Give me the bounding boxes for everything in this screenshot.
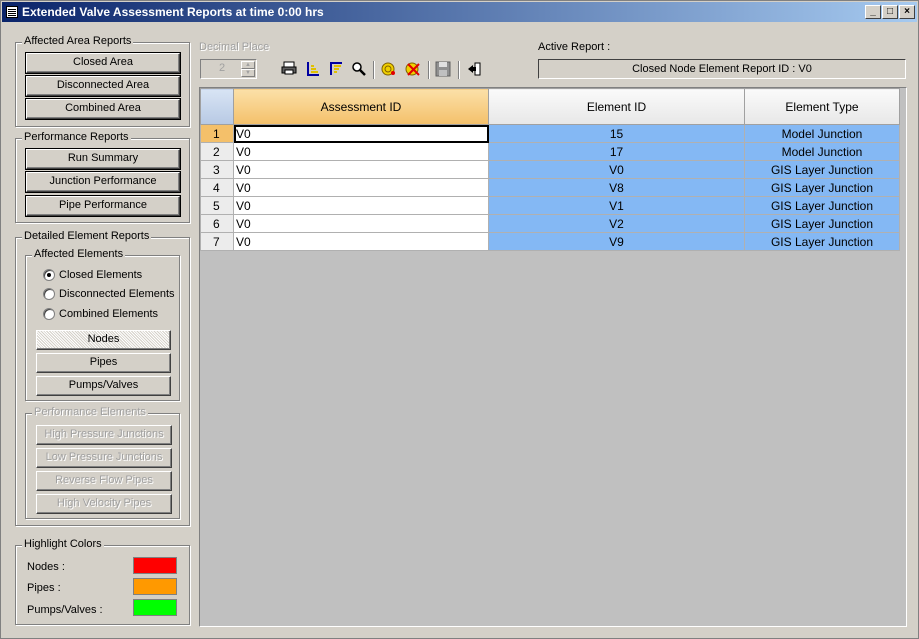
pumps-valves-color-swatch[interactable] xyxy=(133,599,177,616)
element-type-cell[interactable]: Model Junction xyxy=(744,142,900,161)
close-button[interactable]: × xyxy=(899,5,915,19)
high-pressure-junctions-button[interactable]: High Pressure Junctions xyxy=(36,425,172,445)
row-number[interactable]: 5 xyxy=(200,196,234,215)
assessment-id-cell[interactable]: V0 xyxy=(233,160,489,179)
row-number[interactable]: 4 xyxy=(200,178,234,197)
sort-descending-icon[interactable] xyxy=(327,61,345,79)
closed-area-button[interactable]: Closed Area xyxy=(25,52,181,74)
decimal-place-stepper[interactable]: 2 ▲ ▼ xyxy=(200,59,257,79)
save-icon[interactable] xyxy=(434,61,452,79)
column-header-assessment-id[interactable]: Assessment ID xyxy=(233,88,489,125)
pumps-valves-button[interactable]: Pumps/Valves xyxy=(36,376,171,396)
element-type-cell[interactable]: GIS Layer Junction xyxy=(744,232,900,251)
clear-highlight-icon[interactable] xyxy=(404,61,422,79)
title-bar: Extended Valve Assessment Reports at tim… xyxy=(2,2,917,22)
radio-closed-elements-label: Closed Elements xyxy=(59,269,143,281)
run-summary-button[interactable]: Run Summary xyxy=(25,148,181,170)
app-icon xyxy=(6,6,18,18)
toolbar-separator xyxy=(373,61,375,79)
element-type-cell[interactable]: Model Junction xyxy=(744,124,900,143)
row-number[interactable]: 3 xyxy=(200,160,234,179)
toolbar-separator xyxy=(428,61,430,79)
element-id-cell[interactable]: V2 xyxy=(488,214,745,233)
spin-up-icon[interactable]: ▲ xyxy=(241,61,255,69)
element-id-cell[interactable]: V8 xyxy=(488,178,745,197)
grid-corner[interactable] xyxy=(200,88,234,125)
table-row[interactable]: 3 V0 V0 GIS Layer Junction xyxy=(200,160,900,179)
table-row[interactable]: 6 V0 V2 GIS Layer Junction xyxy=(200,214,900,233)
table-row[interactable]: 5 V0 V1 GIS Layer Junction xyxy=(200,196,900,215)
assessment-id-cell[interactable]: V0 xyxy=(233,214,489,233)
exit-icon[interactable] xyxy=(465,61,483,79)
element-id-cell[interactable]: 17 xyxy=(488,142,745,161)
row-number[interactable]: 6 xyxy=(200,214,234,233)
nodes-button[interactable]: Nodes xyxy=(36,330,171,350)
nodes-color-label: Nodes : xyxy=(27,561,65,573)
active-report-field: Closed Node Element Report ID : V0 xyxy=(538,59,906,79)
spin-down-icon[interactable]: ▼ xyxy=(241,69,255,77)
pipes-color-swatch[interactable] xyxy=(133,578,177,595)
affected-elements-title: Affected Elements xyxy=(32,248,126,260)
radio-disconnected-elements-dot[interactable] xyxy=(43,288,55,300)
decimal-place-value: 2 xyxy=(218,62,226,74)
assessment-id-cell[interactable]: V0 xyxy=(233,178,489,197)
find-icon[interactable] xyxy=(350,61,368,79)
high-velocity-pipes-button[interactable]: High Velocity Pipes xyxy=(36,494,172,514)
assessment-id-cell[interactable]: V0 xyxy=(233,232,489,251)
print-icon[interactable] xyxy=(280,61,298,79)
pipes-color-label: Pipes : xyxy=(27,582,61,594)
nodes-color-swatch[interactable] xyxy=(133,557,177,574)
element-type-cell[interactable]: GIS Layer Junction xyxy=(744,178,900,197)
window-title: Extended Valve Assessment Reports at tim… xyxy=(22,5,324,19)
element-type-cell[interactable]: GIS Layer Junction xyxy=(744,160,900,179)
table-row[interactable]: 7 V0 V9 GIS Layer Junction xyxy=(200,232,900,251)
pipes-button[interactable]: Pipes xyxy=(36,353,171,373)
low-pressure-junctions-button[interactable]: Low Pressure Junctions xyxy=(36,448,172,468)
combined-area-button[interactable]: Combined Area xyxy=(25,98,181,120)
report-window: Extended Valve Assessment Reports at tim… xyxy=(0,0,919,639)
sort-ascending-icon[interactable] xyxy=(304,61,322,79)
report-table: Assessment ID Element ID Element Type 1V… xyxy=(200,88,900,251)
pipe-performance-button[interactable]: Pipe Performance xyxy=(25,195,181,217)
minimize-button[interactable]: _ xyxy=(865,5,881,19)
radio-closed-elements-dot[interactable] xyxy=(43,269,55,281)
element-id-cell[interactable]: V9 xyxy=(488,232,745,251)
decimal-place-label: Decimal Place xyxy=(199,41,270,53)
detailed-title: Detailed Element Reports xyxy=(22,230,152,242)
disconnected-area-button[interactable]: Disconnected Area xyxy=(25,75,181,97)
element-type-cell[interactable]: GIS Layer Junction xyxy=(744,214,900,233)
table-row[interactable]: 4 V0 V8 GIS Layer Junction xyxy=(200,178,900,197)
element-id-cell[interactable]: 15 xyxy=(488,124,745,143)
element-id-cell[interactable]: V0 xyxy=(488,160,745,179)
radio-combined-elements-dot[interactable] xyxy=(43,308,55,320)
element-type-cell[interactable]: GIS Layer Junction xyxy=(744,196,900,215)
performance-elements-title: Performance Elements xyxy=(32,406,148,418)
row-number[interactable]: 7 xyxy=(200,232,234,251)
highlight-icon[interactable] xyxy=(380,61,398,79)
active-report-label: Active Report : xyxy=(538,41,611,53)
maximize-button[interactable]: □ xyxy=(882,5,898,19)
pumps-valves-color-label: Pumps/Valves : xyxy=(27,604,103,616)
junction-performance-button[interactable]: Junction Performance xyxy=(25,171,181,193)
report-grid[interactable]: Assessment ID Element ID Element Type 1V… xyxy=(199,87,907,627)
assessment-id-cell[interactable]: V0 xyxy=(233,196,489,215)
row-number[interactable]: 1 xyxy=(200,124,234,143)
assessment-id-cell[interactable]: V0 xyxy=(233,142,489,161)
column-header-element-type[interactable]: Element Type xyxy=(744,88,900,125)
row-number[interactable]: 2 xyxy=(200,142,234,161)
affected-area-title: Affected Area Reports xyxy=(22,35,134,47)
reverse-flow-pipes-button[interactable]: Reverse Flow Pipes xyxy=(36,471,172,491)
element-id-cell[interactable]: V1 xyxy=(488,196,745,215)
column-header-element-id[interactable]: Element ID xyxy=(488,88,745,125)
performance-title: Performance Reports xyxy=(22,131,131,143)
table-row[interactable]: 1 V0 15 Model Junction xyxy=(200,124,900,143)
toolbar-separator xyxy=(458,61,460,79)
radio-combined-elements-label: Combined Elements xyxy=(59,308,159,320)
radio-disconnected-elements-label: Disconnected Elements xyxy=(59,288,175,300)
table-row[interactable]: 2 V0 17 Model Junction xyxy=(200,142,900,161)
assessment-id-cell[interactable]: V0 xyxy=(233,124,489,143)
highlight-colors-title: Highlight Colors xyxy=(22,538,104,550)
